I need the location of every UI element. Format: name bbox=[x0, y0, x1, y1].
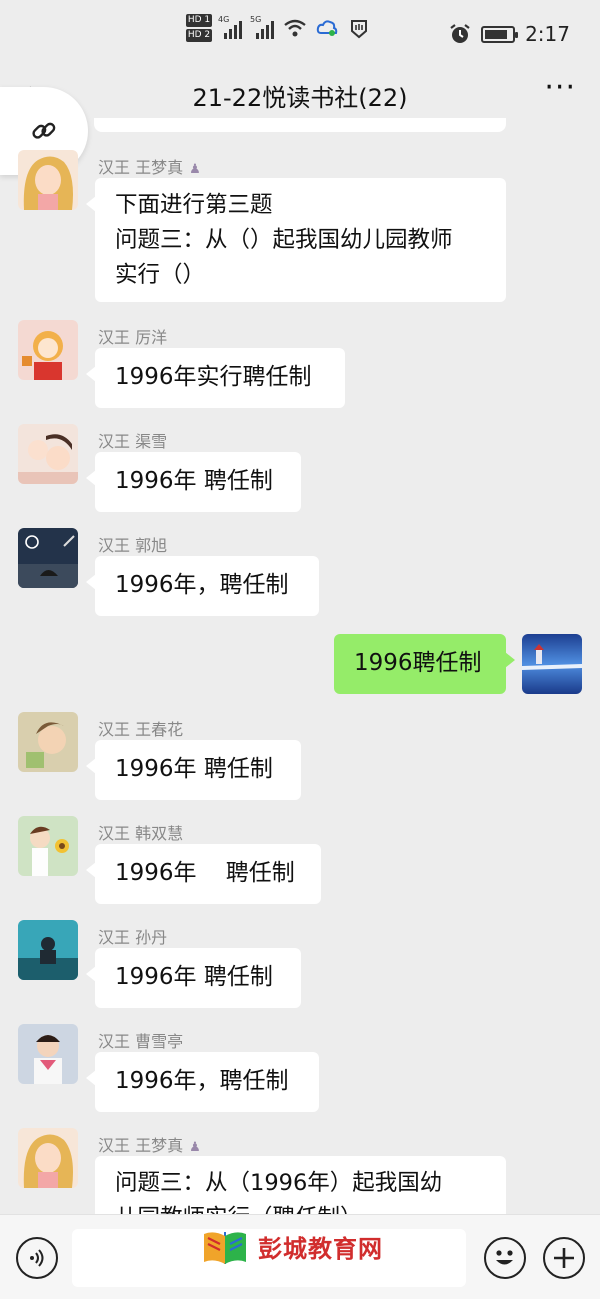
admin-icon: ♟ bbox=[189, 162, 201, 177]
signal-5g-icon: 5G bbox=[250, 15, 276, 41]
signal-4g-icon: 4G bbox=[218, 15, 244, 41]
sender-name: 汉王 王梦真 bbox=[98, 1136, 184, 1155]
sender-name: 汉王 厉洋 bbox=[98, 328, 168, 347]
sender-name: 汉王 韩双慧 bbox=[98, 824, 184, 843]
emoji-icon bbox=[496, 1250, 513, 1265]
chat-title: 21-22悦读书社(22) bbox=[192, 84, 408, 112]
avatar[interactable] bbox=[18, 1128, 78, 1188]
book-logo-icon bbox=[204, 1232, 246, 1264]
avatar[interactable] bbox=[18, 816, 78, 876]
sender-name: 汉王 王梦真 bbox=[98, 158, 184, 177]
chat-header: ‹ 21-22悦读书社(22) ··· bbox=[0, 70, 600, 120]
previous-bubble-edge bbox=[94, 118, 506, 132]
status-bar: HD 1 HD 2 4G 5G 2:17 bbox=[0, 0, 600, 70]
cloud-icon bbox=[314, 15, 340, 41]
more-functions-button[interactable] bbox=[543, 1237, 585, 1279]
message-bubble[interactable]: 1996年 聘任制 bbox=[86, 844, 321, 904]
admin-icon: ♟ bbox=[189, 1140, 201, 1155]
sender-name: 汉王 郭旭 bbox=[98, 536, 168, 555]
voice-input-button[interactable] bbox=[16, 1237, 58, 1279]
sender-name: 汉王 王春花 bbox=[98, 720, 184, 739]
battery-icon bbox=[481, 25, 519, 43]
emoji-button[interactable] bbox=[484, 1237, 526, 1279]
sender-name: 汉王 渠雪 bbox=[98, 432, 168, 451]
message-bubble[interactable]: 1996年实行聘任制 bbox=[86, 348, 345, 408]
message-bubble[interactable]: 下面进行第三题 问题三：从（）起我国幼儿园教师 实行（） bbox=[86, 178, 506, 302]
wifi-icon bbox=[282, 15, 308, 41]
sender-name: 汉王 孙丹 bbox=[98, 928, 168, 947]
avatar[interactable] bbox=[18, 712, 78, 772]
avatar[interactable] bbox=[18, 1024, 78, 1084]
alarm-icon bbox=[450, 24, 470, 43]
message-bubble[interactable]: 1996年 聘任制 bbox=[86, 948, 301, 1008]
message-bubble[interactable]: 1996年，聘任制 bbox=[86, 556, 319, 616]
message-bubble[interactable]: 1996聘任制 bbox=[334, 634, 515, 694]
voice-icon bbox=[30, 1249, 44, 1267]
avatar[interactable] bbox=[18, 920, 78, 980]
hd-indicator: HD 1 HD 2 bbox=[186, 14, 212, 42]
message-bubble[interactable]: 1996年 聘任制 bbox=[86, 740, 301, 800]
watermark: 彭城教育网 bbox=[200, 1224, 383, 1268]
watermark-text: 彭城教育网 bbox=[258, 1234, 383, 1263]
hand-icon bbox=[346, 15, 372, 41]
hd1-badge: HD 1 bbox=[186, 14, 212, 27]
clock-time: 2:17 bbox=[525, 22, 570, 46]
plus-icon bbox=[554, 1248, 574, 1268]
message-bubble[interactable]: 1996年，聘任制 bbox=[86, 1052, 319, 1112]
avatar[interactable] bbox=[522, 634, 582, 694]
more-options-button[interactable]: ··· bbox=[544, 70, 576, 105]
avatar[interactable] bbox=[18, 424, 78, 484]
hd2-badge: HD 2 bbox=[186, 29, 212, 42]
avatar[interactable] bbox=[18, 150, 78, 210]
avatar[interactable] bbox=[18, 528, 78, 588]
message-bubble[interactable]: 1996年 聘任制 bbox=[86, 452, 301, 512]
avatar[interactable] bbox=[18, 320, 78, 380]
link-icon bbox=[32, 122, 56, 139]
sender-name: 汉王 曹雪亭 bbox=[98, 1032, 184, 1051]
